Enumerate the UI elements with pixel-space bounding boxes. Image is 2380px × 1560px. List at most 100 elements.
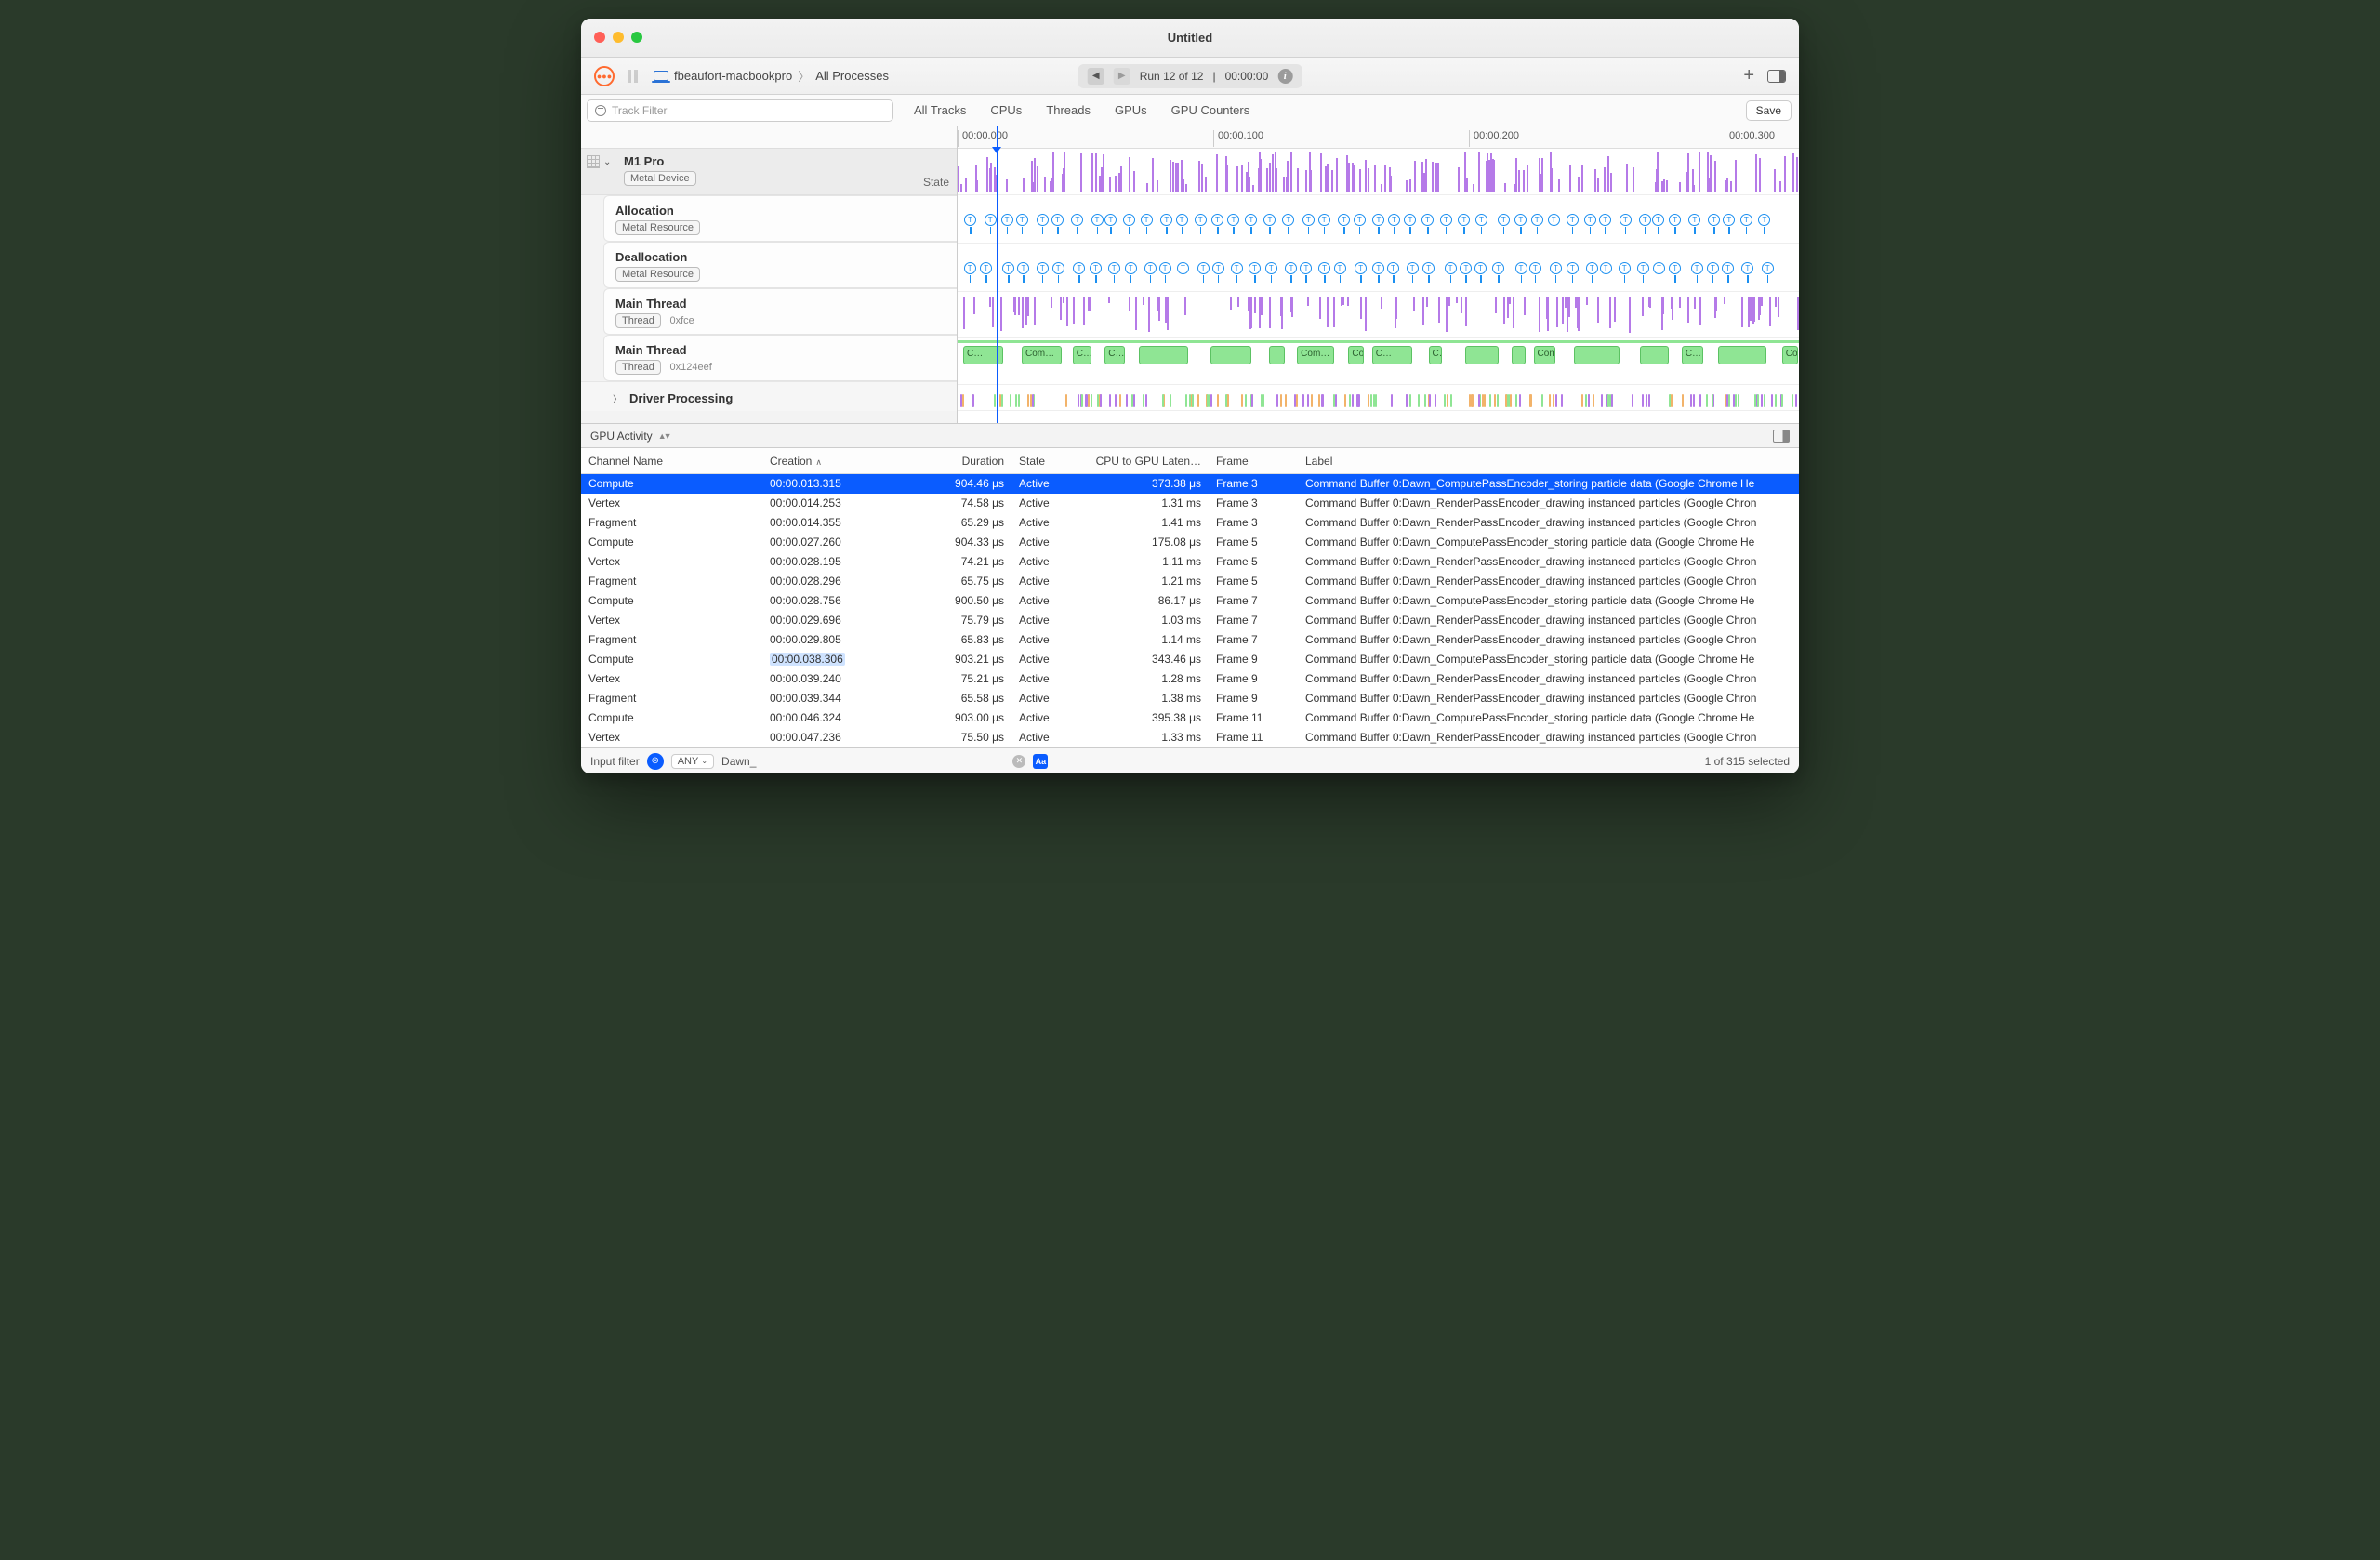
track-title: Main Thread	[615, 297, 945, 311]
table-row[interactable]: Compute00:00.038.306903.21 μsActive343.4…	[581, 650, 1799, 669]
col-state[interactable]: State	[1012, 455, 1082, 468]
tab-all-tracks[interactable]: All Tracks	[914, 103, 966, 117]
tab-cpus[interactable]: CPUs	[990, 103, 1022, 117]
track-pill: Metal Resource	[615, 267, 700, 282]
track-main-thread-1[interactable]: Main Thread Thread 0xfce	[603, 288, 957, 335]
col-creation[interactable]: Creation∧	[762, 455, 911, 468]
lane-thread1	[958, 292, 1799, 338]
run-time: 00:00:00	[1225, 70, 1269, 83]
lane-state	[958, 149, 1799, 195]
sort-asc-icon: ∧	[815, 457, 822, 467]
playhead[interactable]	[997, 126, 998, 423]
token-filter-icon[interactable]: ⊜	[647, 753, 664, 770]
run-next-icon[interactable]: ▶	[1114, 68, 1130, 85]
pause-button[interactable]	[628, 70, 641, 83]
col-duration[interactable]: Duration	[911, 455, 1012, 468]
table-header: Channel Name Creation∧ Duration State CP…	[581, 448, 1799, 474]
track-filter-placeholder: Track Filter	[612, 104, 668, 117]
clear-filter-icon[interactable]: ✕	[1012, 755, 1025, 768]
laptop-icon	[654, 71, 668, 81]
lane-deallocation: TTTTTTTTTTTTTTTTTTTTTTTTTTTTTTTTTTTTTTTT…	[958, 244, 1799, 292]
filter-icon	[595, 105, 606, 116]
titlebar[interactable]: Untitled	[581, 19, 1799, 58]
chevron-down-icon[interactable]: ⌄	[603, 157, 611, 167]
run-prev-icon[interactable]: ◀	[1088, 68, 1104, 85]
run-selector[interactable]: ◀ ▶ Run 12 of 12 | 00:00:00 i	[1078, 64, 1302, 88]
time-ruler[interactable]: 00:00.000 00:00.100 00:00.200 00:00.300	[958, 126, 1799, 149]
lane-thread2: C…Com…C…C…Com…Comm…C…C…Com…C…Com…	[958, 338, 1799, 385]
minimize-icon[interactable]	[613, 32, 624, 43]
table-row[interactable]: Fragment00:00.039.34465.58 μsActive1.38 …	[581, 689, 1799, 708]
device-type-pill: Metal Device	[624, 171, 696, 186]
filter-query[interactable]: Dawn_	[721, 755, 756, 768]
close-icon[interactable]	[594, 32, 605, 43]
track-title: Driver Processing	[629, 391, 733, 405]
table-row[interactable]: Fragment00:00.014.35565.29 μsActive1.41 …	[581, 513, 1799, 533]
track-filter-input[interactable]: Track Filter	[587, 99, 893, 122]
track-pill: Metal Resource	[615, 220, 700, 235]
tab-threads[interactable]: Threads	[1046, 103, 1091, 117]
track-main-thread-2[interactable]: Main Thread Thread 0x124eef	[603, 335, 957, 381]
col-label[interactable]: Label	[1298, 455, 1799, 468]
track-pill: Thread	[615, 360, 661, 375]
filter-bar: Track Filter All Tracks CPUs Threads GPU…	[581, 95, 1799, 126]
table-row[interactable]: Compute00:00.013.315904.46 μsActive373.3…	[581, 474, 1799, 494]
window-title: Untitled	[1168, 31, 1212, 45]
track-title: Main Thread	[615, 343, 945, 357]
zoom-icon[interactable]	[631, 32, 642, 43]
device-header[interactable]: ⌄ M1 Pro Metal Device State	[581, 149, 957, 195]
col-frame[interactable]: Frame	[1209, 455, 1298, 468]
track-deallocation[interactable]: Deallocation Metal Resource	[603, 242, 957, 288]
table-row[interactable]: Fragment00:00.029.80565.83 μsActive1.14 …	[581, 630, 1799, 650]
col-latency[interactable]: CPU to GPU Laten…	[1082, 455, 1209, 468]
timeline[interactable]: 00:00.000 00:00.100 00:00.200 00:00.300 …	[958, 126, 1799, 423]
table-row[interactable]: Fragment00:00.028.29665.75 μsActive1.21 …	[581, 572, 1799, 591]
detail-selector-bar: GPU Activity ▲▼	[581, 424, 1799, 448]
col-channel[interactable]: Channel Name	[581, 455, 762, 468]
ruler-tick: 00:00.100	[1213, 130, 1263, 147]
chevron-down-icon: ⌄	[701, 757, 707, 765]
info-icon[interactable]: i	[1277, 69, 1292, 84]
grid-icon	[587, 155, 600, 168]
updown-icon[interactable]: ▲▼	[658, 431, 669, 441]
track-allocation[interactable]: Allocation Metal Resource	[603, 195, 957, 242]
footer-bar: Input filter ⊜ ANY ⌄ Dawn_ ✕ Aa 1 of 315…	[581, 747, 1799, 773]
target-breadcrumb[interactable]: fbeaufort-macbookpro 〉 All Processes	[654, 67, 889, 85]
table-body: Compute00:00.013.315904.46 μsActive373.3…	[581, 474, 1799, 747]
toolbar: ●●● fbeaufort-macbookpro 〉 All Processes…	[581, 58, 1799, 95]
thread-id: 0xfce	[669, 315, 694, 326]
any-scope-pill[interactable]: ANY ⌄	[671, 754, 714, 769]
table-row[interactable]: Compute00:00.028.756900.50 μsActive86.17…	[581, 591, 1799, 611]
tab-gpu-counters[interactable]: GPU Counters	[1171, 103, 1250, 117]
toggle-detail-panel-icon[interactable]	[1767, 70, 1786, 83]
record-button[interactable]: ●●●	[594, 66, 615, 86]
run-sep: |	[1212, 70, 1215, 83]
tab-gpus[interactable]: GPUs	[1115, 103, 1147, 117]
machine-name: fbeaufort-macbookpro	[674, 69, 792, 83]
case-sensitive-icon[interactable]: Aa	[1033, 754, 1048, 769]
add-instrument-button[interactable]: +	[1743, 65, 1754, 86]
detail-selector[interactable]: GPU Activity	[590, 430, 653, 443]
detail-table: Channel Name Creation∧ Duration State CP…	[581, 448, 1799, 747]
table-row[interactable]: Vertex00:00.029.69675.79 μsActive1.03 ms…	[581, 611, 1799, 630]
selection-status: 1 of 315 selected	[1705, 755, 1790, 768]
table-row[interactable]: Vertex00:00.028.19574.21 μsActive1.11 ms…	[581, 552, 1799, 572]
table-row[interactable]: Vertex00:00.039.24075.21 μsActive1.28 ms…	[581, 669, 1799, 689]
table-row[interactable]: Compute00:00.027.260904.33 μsActive175.0…	[581, 533, 1799, 552]
thread-id: 0x124eef	[669, 362, 711, 373]
save-button[interactable]: Save	[1746, 100, 1792, 121]
track-title: Deallocation	[615, 250, 945, 264]
input-filter-label: Input filter	[590, 755, 640, 768]
table-row[interactable]: Vertex00:00.047.23675.50 μsActive1.33 ms…	[581, 728, 1799, 747]
timeline-area: ⌄ M1 Pro Metal Device State Allocation M…	[581, 126, 1799, 424]
track-driver[interactable]: 〉 Driver Processing	[581, 381, 957, 411]
chevron-right-icon[interactable]: 〉	[613, 391, 622, 405]
ruler-tick: 00:00.200	[1469, 130, 1519, 147]
process-scope: All Processes	[815, 69, 889, 83]
column-selector-icon[interactable]	[1773, 430, 1790, 443]
table-row[interactable]: Vertex00:00.014.25374.58 μsActive1.31 ms…	[581, 494, 1799, 513]
device-name: M1 Pro	[624, 154, 947, 168]
track-sidebar: ⌄ M1 Pro Metal Device State Allocation M…	[581, 126, 958, 423]
table-row[interactable]: Compute00:00.046.324903.00 μsActive395.3…	[581, 708, 1799, 728]
track-tabs: All Tracks CPUs Threads GPUs GPU Counter…	[899, 103, 1250, 117]
